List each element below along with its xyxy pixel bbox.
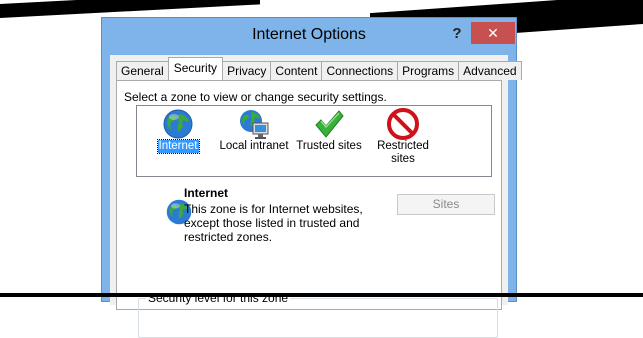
background-stroke-left: [0, 0, 260, 18]
selected-zone-title: Internet: [184, 186, 229, 200]
globe-icon: [163, 109, 193, 139]
intranet-globe-icon: [240, 110, 269, 139]
zone-restricted-sites[interactable]: Restricted sites: [373, 108, 433, 166]
close-icon: ✕: [487, 25, 499, 41]
zone-internet[interactable]: Internet: [153, 108, 203, 154]
dialog-client-area: General Security Privacy Content Connect…: [110, 55, 522, 338]
close-button[interactable]: ✕: [471, 22, 515, 44]
zone-restricted-sites-label: Restricted sites: [376, 140, 430, 166]
sites-button[interactable]: Sites: [397, 194, 495, 215]
tab-advanced[interactable]: Advanced: [458, 61, 522, 80]
zone-trusted-sites-label: Trusted sites: [296, 140, 362, 152]
zone-description-line: This zone is for Internet websites,: [184, 202, 363, 216]
tab-general[interactable]: General: [116, 61, 169, 80]
zone-internet-label: Internet: [156, 139, 200, 154]
tab-programs[interactable]: Programs: [397, 61, 460, 80]
security-tab-panel: Select a zone to view or change security…: [116, 80, 502, 338]
tab-strip: General Security Privacy Content Connect…: [116, 57, 522, 80]
security-level-group: Security level for this zone: [138, 291, 498, 338]
zone-local-intranet[interactable]: Local intranet: [215, 108, 293, 153]
internet-options-window: Internet Options ? ✕ General Security Pr…: [101, 17, 522, 338]
tab-security[interactable]: Security: [167, 57, 224, 80]
zone-description: This zone is for Internet websites, exce…: [184, 202, 374, 244]
zone-local-intranet-label: Local intranet: [219, 140, 289, 152]
zone-list: Internet Local intranet Trusted sites Re…: [136, 105, 492, 177]
zone-prompt: Select a zone to view or change security…: [124, 90, 387, 104]
tab-content[interactable]: Content: [270, 61, 323, 80]
help-button[interactable]: ?: [445, 24, 469, 44]
title-bar[interactable]: Internet Options ? ✕: [102, 18, 516, 55]
zone-description-line: restricted zones.: [184, 230, 273, 244]
zone-description-line: except those listed in trusted and: [184, 216, 360, 230]
checkmark-icon: [315, 110, 344, 138]
tab-privacy[interactable]: Privacy: [222, 61, 272, 80]
no-entry-icon: [387, 108, 419, 140]
bottom-edge-bar: [0, 293, 643, 297]
zone-restricted-label-line2: sites: [391, 153, 415, 165]
tab-connections[interactable]: Connections: [321, 61, 399, 80]
zone-restricted-label-line1: Restricted: [377, 140, 429, 152]
zone-trusted-sites[interactable]: Trusted sites: [293, 108, 365, 153]
